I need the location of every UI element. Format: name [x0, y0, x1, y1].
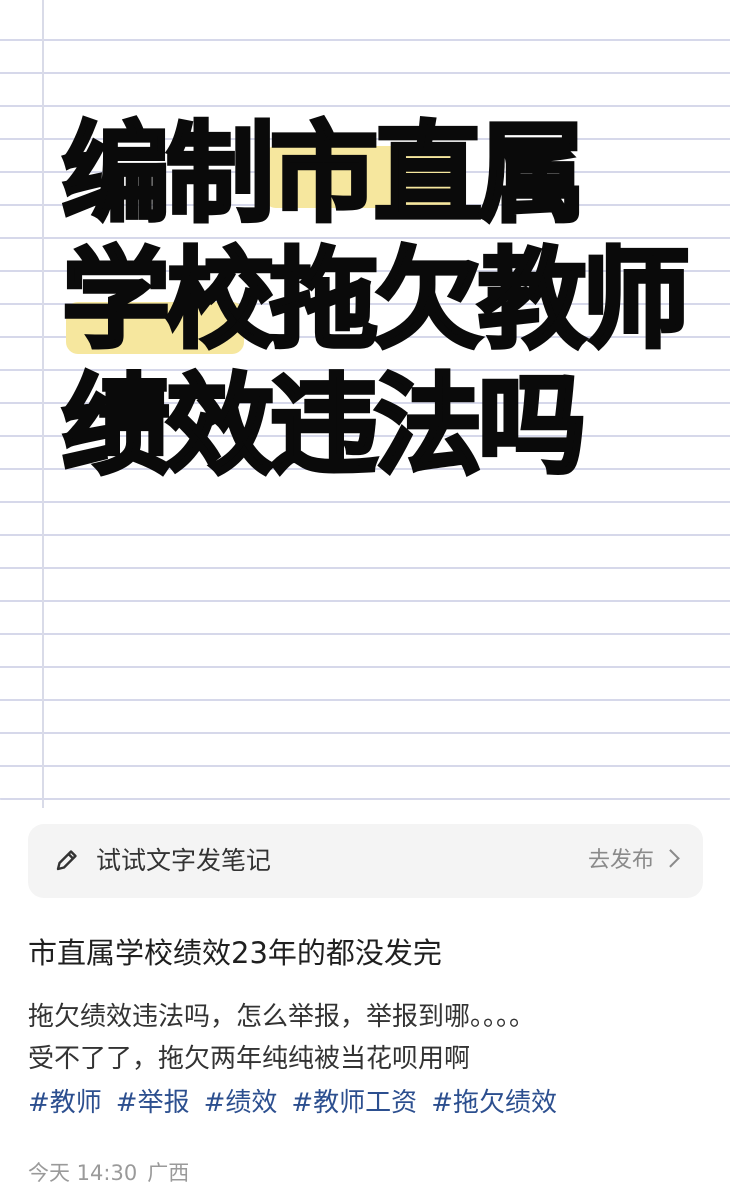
hashtag-link[interactable]: #教师: [28, 1088, 102, 1118]
cover-title-segment: 绩效违法吗: [60, 362, 588, 491]
post-body: 拖欠绩效违法吗，怎么举报，举报到哪。。。。 受不了了，拖欠两年纯纯被当花呗用啊: [28, 996, 708, 1080]
post-tags: #教师 #举报 #绩效 #教师工资 #拖欠绩效: [28, 1082, 571, 1124]
hashtag-link[interactable]: #教师工资: [291, 1088, 417, 1118]
cover-title-line-2: 学校拖欠教师: [60, 236, 702, 365]
hashtag-link[interactable]: #绩效: [204, 1088, 278, 1118]
cover-title-segment: 编制: [60, 110, 276, 239]
cover-title-segment: 市直: [268, 110, 484, 239]
hashtag-link[interactable]: #拖欠绩效: [431, 1088, 557, 1118]
note-cover-image[interactable]: 编制市直属 学校拖欠教师 绩效违法吗: [0, 0, 730, 808]
cover-title: 编制市直属 学校拖欠教师 绩效违法吗: [60, 110, 702, 491]
cover-title-segment: 属: [476, 110, 588, 239]
publish-button[interactable]: 去发布: [587, 824, 680, 898]
text-note-prompt-bar[interactable]: 试试文字发笔记 去发布: [28, 824, 703, 898]
post-location: 广西: [147, 1161, 190, 1185]
pencil-icon: [56, 850, 77, 871]
cover-title-line-1: 编制市直属: [60, 110, 702, 239]
cover-title-line-3: 绩效违法吗: [60, 362, 702, 491]
post-meta: 今天 14:30 广西: [28, 1158, 199, 1188]
post-body-line: 受不了了，拖欠两年纯纯被当花呗用啊: [28, 1044, 471, 1074]
hashtag-link[interactable]: #举报: [116, 1088, 190, 1118]
post-time: 今天 14:30: [28, 1161, 138, 1185]
cover-title-segment: 学校: [60, 236, 276, 365]
publish-label: 去发布: [587, 848, 654, 873]
note-page: 编制市直属 学校拖欠教师 绩效违法吗 试试文字发笔记 去发布 市直属学校绩效23…: [0, 0, 730, 1200]
cover-title-segment: 拖欠教师: [268, 236, 692, 365]
post-title: 市直属学校绩效23年的都没发完: [28, 936, 442, 970]
prompt-text: 试试文字发笔记: [96, 846, 272, 875]
post-body-line: 拖欠绩效违法吗，怎么举报，举报到哪。。。。: [28, 1002, 536, 1032]
notebook-margin-line: [42, 0, 44, 808]
chevron-right-icon: [661, 849, 680, 868]
